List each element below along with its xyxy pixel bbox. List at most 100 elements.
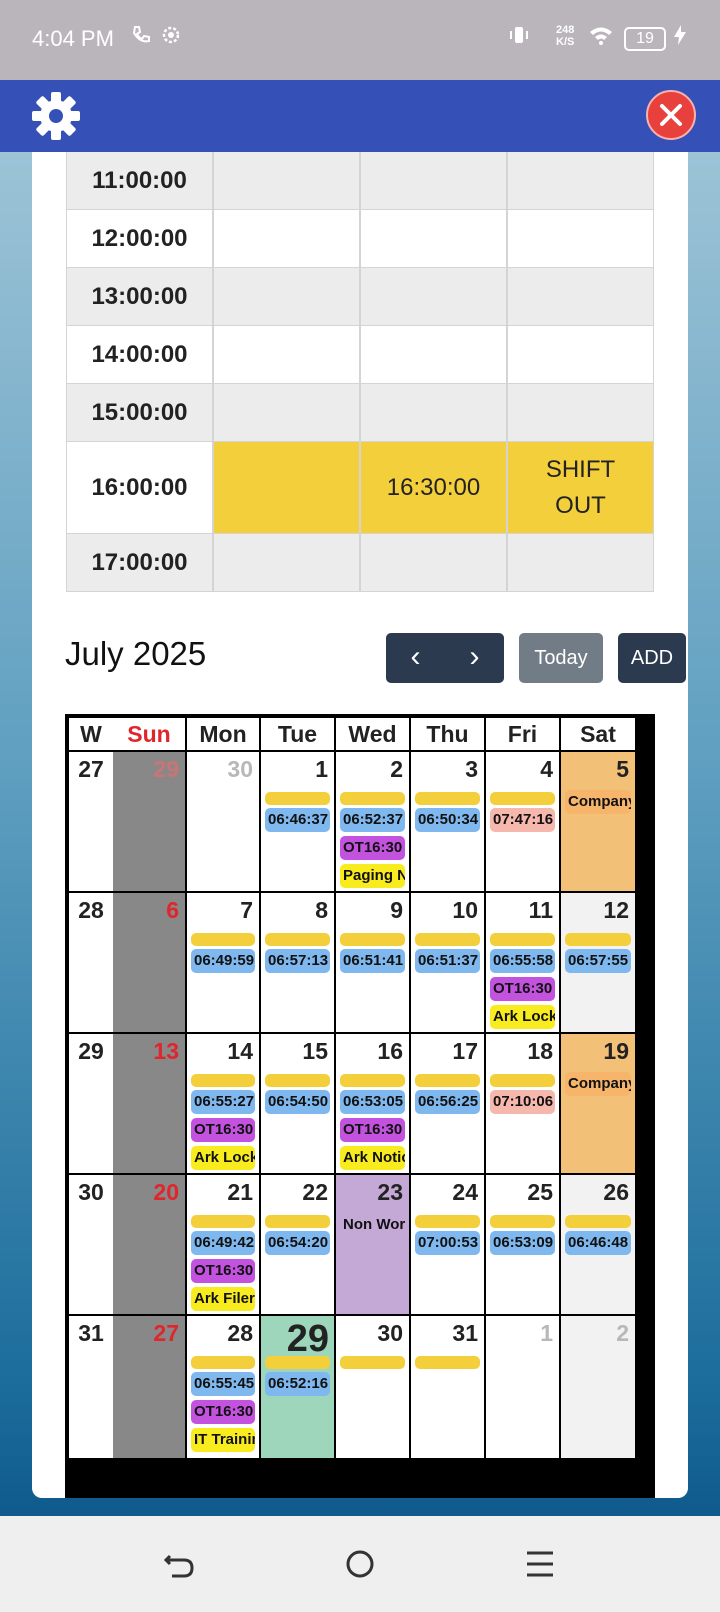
calendar-day-cell[interactable]: 7 06:49:59 [187,893,259,1032]
event-chip[interactable]: 06:51:37 [415,949,480,973]
prev-month-button[interactable]: ‹ [386,633,445,683]
event-chip[interactable]: 07:10:06 [490,1090,555,1114]
schedule-cell[interactable] [213,534,360,592]
schedule-cell[interactable] [507,384,654,442]
schedule-cell[interactable] [360,326,507,384]
schedule-cell[interactable] [360,152,507,210]
event-chip[interactable]: 06:50:34 [415,808,480,832]
calendar-day-cell[interactable]: 6 [113,893,185,1032]
event-chip[interactable]: 06:46:37 [265,808,330,832]
event-chip[interactable]: 06:49:59 [191,949,255,973]
calendar-day-cell[interactable]: 26 06:46:48 [561,1175,635,1314]
calendar-day-cell[interactable]: 14 06:55:27 OT16:30 Ark Lock [187,1034,259,1173]
calendar-day-cell[interactable]: 10 06:51:37 [411,893,484,1032]
shift-bar[interactable] [415,792,480,805]
shift-bar[interactable] [265,1074,330,1087]
shift-bar[interactable] [490,933,555,946]
event-chip[interactable]: 07:47:16 [490,808,555,832]
shift-bar[interactable] [415,1356,480,1369]
event-chip[interactable]: 06:56:25 [415,1090,480,1114]
event-chip[interactable]: OT16:30 [191,1118,255,1142]
calendar-day-cell[interactable]: 31 [411,1316,484,1458]
shift-bar[interactable] [565,933,631,946]
schedule-cell[interactable] [507,210,654,268]
calendar-day-cell[interactable]: 11 06:55:58 OT16:30 Ark Lock [486,893,559,1032]
calendar-day-cell[interactable]: 28 06:55:45 OT16:30 IT Training [187,1316,259,1458]
event-chip[interactable]: OT16:30 [191,1400,255,1424]
calendar-day-cell[interactable]: 22 06:54:20 [261,1175,334,1314]
shift-bar[interactable] [340,1074,405,1087]
add-button[interactable]: ADD [618,633,686,683]
calendar-day-cell[interactable]: 20 [113,1175,185,1314]
event-chip[interactable]: 06:54:20 [265,1231,330,1255]
event-chip[interactable]: 06:49:42 [191,1231,255,1255]
calendar-day-cell[interactable]: 15 06:54:50 [261,1034,334,1173]
shift-bar[interactable] [191,1356,255,1369]
schedule-cell[interactable]: SHIFT OUT [507,442,654,534]
calendar-day-cell[interactable]: 1 06:46:37 [261,752,334,891]
schedule-cell[interactable] [507,268,654,326]
event-chip[interactable]: 06:55:45 [191,1372,255,1396]
calendar-day-cell[interactable]: 12 06:57:55 [561,893,635,1032]
event-chip[interactable]: 06:55:58 [490,949,555,973]
event-chip[interactable]: Non Working [340,1213,405,1237]
shift-bar[interactable] [565,1215,631,1228]
shift-bar[interactable] [191,1074,255,1087]
shift-bar[interactable] [191,1215,255,1228]
event-chip[interactable]: Ark Notice [340,1146,405,1170]
shift-bar[interactable] [340,1356,405,1369]
calendar-day-cell[interactable]: 3 06:50:34 [411,752,484,891]
shift-bar[interactable] [265,933,330,946]
event-chip[interactable]: OT16:30 [340,836,405,860]
event-chip[interactable]: Ark Lock [191,1146,255,1170]
shift-bar[interactable] [265,792,330,805]
shift-bar[interactable] [415,933,480,946]
shift-bar[interactable] [340,792,405,805]
event-chip[interactable]: Company Event [565,790,631,814]
today-button[interactable]: Today [519,633,603,683]
event-chip[interactable]: 06:57:55 [565,949,631,973]
shift-bar[interactable] [490,1215,555,1228]
next-month-button[interactable]: › [445,633,504,683]
schedule-cell[interactable] [360,534,507,592]
event-chip[interactable]: 06:53:05 [340,1090,405,1114]
shift-bar[interactable] [415,1215,480,1228]
shift-bar[interactable] [265,1356,330,1369]
home-icon[interactable] [338,1542,382,1586]
schedule-cell[interactable] [360,268,507,326]
shift-bar[interactable] [490,792,555,805]
schedule-cell[interactable] [213,442,360,534]
calendar-day-cell[interactable]: 4 07:47:16 [486,752,559,891]
event-chip[interactable]: OT16:30 [191,1259,255,1283]
calendar-day-cell[interactable]: 8 06:57:13 [261,893,334,1032]
schedule-cell[interactable]: 16:30:00 [360,442,507,534]
event-chip[interactable]: Ark Lock [490,1005,555,1029]
calendar-day-cell[interactable]: 16 06:53:05 OT16:30 Ark Notice [336,1034,409,1173]
back-icon[interactable] [158,1542,202,1586]
schedule-cell[interactable] [213,268,360,326]
schedule-cell[interactable] [213,384,360,442]
calendar-day-cell[interactable]: 2 06:52:37 OT16:30 Paging Notification [336,752,409,891]
calendar-day-cell[interactable]: 1 [486,1316,559,1458]
calendar-day-cell[interactable]: 19 Company Event [561,1034,635,1173]
calendar-day-cell[interactable]: 5 Company Event [561,752,635,891]
shift-bar[interactable] [191,933,255,946]
calendar-day-cell[interactable]: 18 07:10:06 [486,1034,559,1173]
event-chip[interactable]: 06:46:48 [565,1231,631,1255]
shift-bar[interactable] [490,1074,555,1087]
event-chip[interactable]: 06:51:41 [340,949,405,973]
shift-bar[interactable] [415,1074,480,1087]
calendar-day-cell[interactable]: 25 06:53:09 [486,1175,559,1314]
shift-bar[interactable] [265,1215,330,1228]
calendar-day-cell[interactable]: 24 07:00:53 [411,1175,484,1314]
schedule-cell[interactable] [507,326,654,384]
schedule-cell[interactable] [360,384,507,442]
event-chip[interactable]: Company Event [565,1072,631,1096]
schedule-cell[interactable] [213,326,360,384]
calendar-day-cell[interactable]: 27 [113,1316,185,1458]
close-button[interactable] [646,90,696,140]
schedule-cell[interactable] [213,210,360,268]
schedule-cell[interactable] [507,534,654,592]
calendar-day-cell[interactable]: 29 [113,752,185,891]
event-chip[interactable]: OT16:30 [490,977,555,1001]
